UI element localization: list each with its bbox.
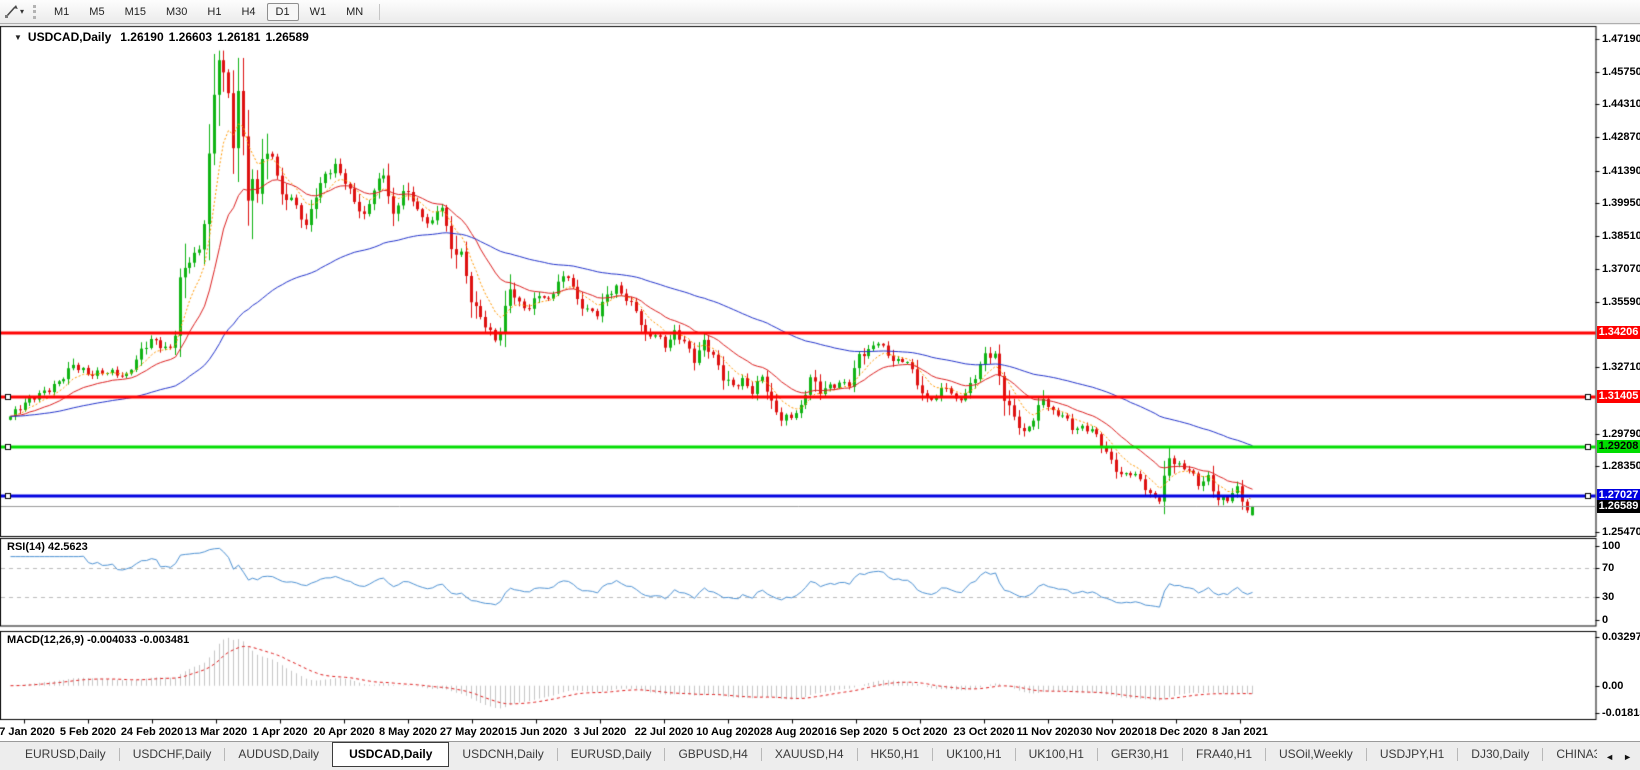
- hline-price-badge: 1.34206: [1597, 326, 1640, 339]
- chart-tabs-bar: EURUSD,DailyUSDCHF,DailyAUDUSD,DailyUSDC…: [0, 741, 1640, 770]
- chart-tab-ger30-h1[interactable]: GER30,H1: [1098, 742, 1182, 765]
- price-axis-label: 1.41390: [1602, 165, 1640, 177]
- timeframe-button-W1[interactable]: W1: [301, 3, 336, 21]
- timeframe-button-H4[interactable]: H4: [232, 3, 264, 21]
- chart-tab-gbpusd-h4[interactable]: GBPUSD,H4: [665, 742, 760, 765]
- chart-tab-usdcad-daily[interactable]: USDCAD,Daily: [332, 742, 449, 767]
- chart-tab-hk50-h1[interactable]: HK50,H1: [858, 742, 933, 765]
- price-axis-label: 1.47190: [1602, 33, 1640, 45]
- timeframe-button-M5[interactable]: M5: [80, 3, 113, 21]
- price-chart-canvas[interactable]: [0, 25, 1640, 725]
- timeframe-button-M30[interactable]: M30: [157, 3, 196, 21]
- chart-tab-usdcnh-daily[interactable]: USDCNH,Daily: [449, 742, 556, 765]
- tab-scroll-arrows: ◄ ►: [1597, 742, 1636, 770]
- timeframe-button-M15[interactable]: M15: [116, 3, 155, 21]
- chart-tab-eurusd-daily[interactable]: EURUSD,Daily: [12, 742, 119, 765]
- chart-title-bar: ▼ USDCAD,Daily 1.26190 1.26603 1.26181 1…: [14, 30, 314, 44]
- chart-symbol-label: USDCAD,Daily: [28, 30, 111, 44]
- chart-tab-usdjpy-h1[interactable]: USDJPY,H1: [1367, 742, 1457, 765]
- timeframe-button-MN[interactable]: MN: [337, 3, 372, 21]
- price-axis-label: 1.39950: [1602, 197, 1640, 209]
- price-axis-label: 1.29790: [1602, 428, 1640, 440]
- timeframe-buttons: M1M5M15M30H1H4D1W1MN: [44, 3, 386, 21]
- hline-price-badge: 1.29208: [1597, 440, 1640, 453]
- price-axis-label: 1.38510: [1602, 230, 1640, 242]
- chart-tab-usdchf-daily[interactable]: USDCHF,Daily: [120, 742, 225, 765]
- price-axis-label: 1.42870: [1602, 131, 1640, 143]
- price-axis-label: 1.35590: [1602, 296, 1640, 308]
- chart-tab-xauusd-h4[interactable]: XAUUSD,H4: [762, 742, 857, 765]
- rsi-axis-label: 0: [1602, 614, 1608, 626]
- price-axis-label: 1.32710: [1602, 361, 1640, 373]
- chart-tab-eurusd-daily[interactable]: EURUSD,Daily: [558, 742, 665, 765]
- hline-price-badge: 1.31405: [1597, 390, 1640, 403]
- macd-axis-label: 0.032972: [1602, 631, 1640, 643]
- rsi-axis-label: 70: [1602, 562, 1614, 574]
- price-axis-label: 1.28350: [1602, 460, 1640, 472]
- timeframe-toolbar: ▾ M1M5M15M30H1H4D1W1MN: [0, 0, 1640, 24]
- trendline-icon-glyph: [4, 4, 19, 19]
- mt4-window: ▾ M1M5M15M30H1H4D1W1MN ▼ USDCAD,Daily 1.…: [0, 0, 1640, 770]
- rsi-axis-label: 100: [1602, 540, 1620, 552]
- timeframe-button-D1[interactable]: D1: [267, 3, 299, 21]
- trendline-tool-icon[interactable]: [3, 4, 19, 20]
- rsi-pane-label: RSI(14) 42.5623: [7, 541, 88, 553]
- price-axis-label: 1.45750: [1602, 66, 1640, 78]
- price-axis-label: 1.37070: [1602, 263, 1640, 275]
- ohlc-low: 1.26181: [217, 30, 260, 44]
- chart-tab-dj30-daily[interactable]: DJ30,Daily: [1458, 742, 1542, 765]
- ohlc-open: 1.26190: [120, 30, 163, 44]
- chart-tab-fra40-h1[interactable]: FRA40,H1: [1183, 742, 1265, 765]
- ohlc-high: 1.26603: [169, 30, 212, 44]
- macd-axis-label: -0.018154: [1602, 707, 1640, 719]
- chart-tab-uk100-h1[interactable]: UK100,H1: [933, 742, 1014, 765]
- macd-axis-label: 0.00: [1602, 680, 1623, 692]
- time-axis-label: 8 Jan 2021: [1200, 726, 1280, 738]
- toolbar-separator: [379, 4, 380, 20]
- toolbar-grip: [33, 5, 36, 19]
- ohlc-close: 1.26589: [265, 30, 308, 44]
- chart-window: ▼ USDCAD,Daily 1.26190 1.26603 1.26181 1…: [0, 25, 1640, 741]
- collapse-triangle-icon[interactable]: ▼: [14, 33, 22, 42]
- tab-scroll-right-icon[interactable]: ►: [1623, 752, 1632, 762]
- current-price-badge: 1.26589: [1597, 500, 1640, 513]
- rsi-axis-label: 30: [1602, 591, 1614, 603]
- chart-tab-audusd-daily[interactable]: AUDUSD,Daily: [225, 742, 332, 765]
- price-axis-label: 1.25470: [1602, 526, 1640, 538]
- chart-tabs: EURUSD,DailyUSDCHF,DailyAUDUSD,DailyUSDC…: [12, 742, 1640, 767]
- tool-dropdown-caret-icon[interactable]: ▾: [20, 7, 24, 16]
- timeframe-button-H1[interactable]: H1: [198, 3, 230, 21]
- tab-scroll-left-icon[interactable]: ◄: [1605, 752, 1614, 762]
- price-axis-label: 1.44310: [1602, 98, 1640, 110]
- timeframe-button-M1[interactable]: M1: [45, 3, 78, 21]
- chart-tab-uk100-h1[interactable]: UK100,H1: [1016, 742, 1097, 765]
- macd-pane-label: MACD(12,26,9) -0.004033 -0.003481: [7, 634, 189, 646]
- chart-tab-usoil-weekly[interactable]: USOil,Weekly: [1266, 742, 1366, 765]
